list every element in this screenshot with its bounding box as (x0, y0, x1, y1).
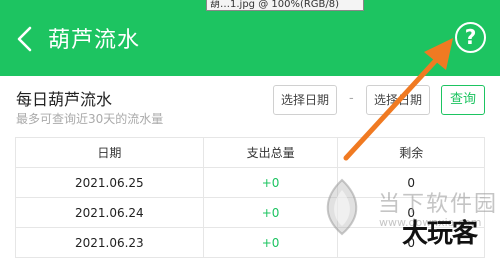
watermark-logo-icon (326, 178, 358, 236)
cell-date: 2021.06.24 (15, 197, 204, 228)
column-header-remaining: 剩余 (337, 137, 485, 168)
help-button[interactable]: ? (455, 22, 486, 53)
back-icon[interactable] (14, 24, 36, 54)
cell-date: 2021.06.23 (15, 227, 204, 258)
watermark-corner-text: 大玩客 (402, 219, 478, 249)
end-date-button[interactable]: 选择日期 (366, 85, 430, 115)
column-header-date: 日期 (15, 137, 204, 168)
app-header: 葫芦流水 ? (0, 0, 500, 76)
start-date-button[interactable]: 选择日期 (273, 85, 337, 115)
table-header-row: 日期 支出总量 剩余 (15, 137, 485, 168)
section-title: 每日葫芦流水 (16, 90, 113, 109)
query-button[interactable]: 查询 (441, 85, 485, 115)
cell-date: 2021.06.25 (15, 167, 204, 198)
section-subtitle: 最多可查询近30天的流水量 (16, 112, 164, 126)
page-title: 葫芦流水 (48, 28, 141, 53)
column-header-total: 支出总量 (202, 137, 339, 168)
date-separator: - (349, 91, 354, 106)
image-tooltip: 葫…1.jpg @ 100%(RGB/8) (206, 0, 364, 11)
